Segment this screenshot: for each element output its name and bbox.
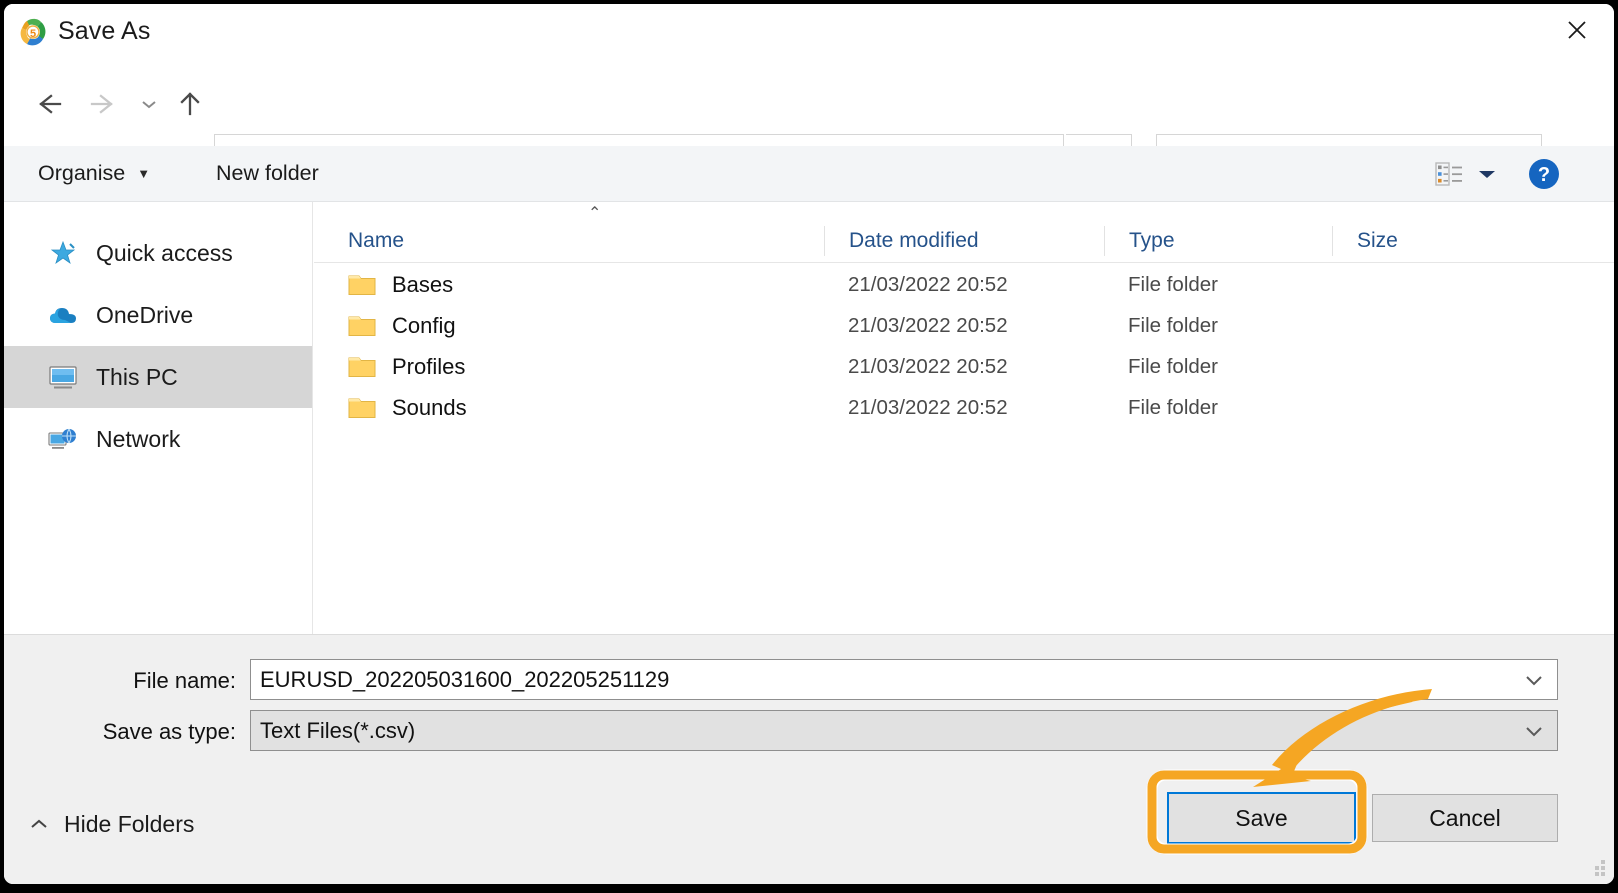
- file-name-cell: Profiles: [314, 354, 824, 380]
- help-circle-icon: ?: [1529, 158, 1559, 189]
- sidebar-item-label: Network: [96, 425, 181, 452]
- arrow-up-icon: [180, 92, 200, 116]
- file-name-label: Profiles: [392, 353, 466, 379]
- column-header-size[interactable]: Size: [1332, 225, 1522, 256]
- chevron-up-icon: [28, 817, 50, 831]
- organise-button[interactable]: Organise ▼: [38, 146, 150, 201]
- svg-text:?: ?: [1538, 164, 1550, 186]
- save-as-dialog: 5 Save As Organise ▼ New folder ? Quick …: [4, 4, 1614, 884]
- file-name-label: Bases: [392, 271, 454, 297]
- arrow-left-icon: [39, 94, 62, 114]
- chevron-down-icon: ▼: [137, 166, 151, 181]
- page-title: Save As: [58, 17, 151, 45]
- sidebar-item-network[interactable]: Network: [4, 408, 312, 470]
- title-bar: 5 Save As: [4, 4, 1614, 62]
- back-button[interactable]: [20, 76, 74, 132]
- file-name-label: File name:: [133, 668, 236, 693]
- close-icon[interactable]: [1540, 4, 1614, 56]
- file-name-dropdown-button[interactable]: [1523, 660, 1545, 699]
- metatrader5-icon: 5: [18, 18, 50, 48]
- toolbar: Organise ▼ New folder ?: [4, 146, 1614, 202]
- save-as-type-select[interactable]: Text Files(*.csv): [250, 710, 1558, 751]
- save-as-type-value: Text Files(*.csv): [260, 717, 416, 743]
- folder-icon: [348, 314, 376, 338]
- navigation-sidebar: Quick access OneDrive This PC Network: [4, 202, 313, 634]
- recent-locations-button[interactable]: [132, 76, 166, 132]
- view-list-icon[interactable]: [1434, 146, 1468, 201]
- chevron-down-icon: [1526, 726, 1542, 736]
- chevron-down-icon: [1479, 170, 1495, 178]
- file-type-cell: File folder: [1128, 272, 1219, 296]
- column-header-date-modified[interactable]: Date modified: [824, 225, 1104, 256]
- file-name-cell: Bases: [314, 272, 824, 298]
- file-name-cell: Config: [314, 313, 824, 339]
- cancel-button[interactable]: Cancel: [1372, 794, 1558, 842]
- folder-icon: [348, 355, 376, 379]
- table-row[interactable]: Sounds 21/03/2022 20:52 File folder: [314, 387, 1614, 428]
- file-name-label: Sounds: [392, 394, 467, 420]
- hide-folders-button[interactable]: Hide Folders: [28, 803, 194, 845]
- new-folder-label: New folder: [216, 161, 319, 185]
- view-options-button[interactable]: [1472, 146, 1502, 201]
- file-date-cell: 21/03/2022 20:52: [848, 313, 1008, 337]
- sidebar-item-label: This PC: [96, 363, 178, 390]
- cloud-icon: [46, 303, 80, 327]
- file-date-cell: 21/03/2022 20:52: [848, 272, 1008, 296]
- sidebar-item-quick-access[interactable]: Quick access: [4, 222, 312, 284]
- help-button[interactable]: ?: [1526, 146, 1562, 201]
- network-icon: [46, 425, 80, 453]
- chevron-down-icon: [1526, 675, 1542, 685]
- content-area: Quick access OneDrive This PC Network ⌃ …: [4, 202, 1614, 634]
- file-list: ⌃ Name Date modified Type Size Bases 21/…: [314, 202, 1614, 634]
- save-button[interactable]: Save: [1167, 792, 1356, 844]
- sidebar-item-label: Quick access: [96, 239, 233, 266]
- save-as-type-label: Save as type:: [102, 719, 236, 744]
- save-form: File name: EURUSD_202205031600_202205251…: [4, 634, 1614, 884]
- sidebar-item-onedrive[interactable]: OneDrive: [4, 284, 312, 346]
- file-name-cell: Sounds: [314, 395, 824, 421]
- file-name-value: EURUSD_202205031600_202205251129: [260, 666, 670, 692]
- folder-icon: [348, 273, 376, 297]
- navigation-bar: « Users › user › AppData › Roaming › Met…: [4, 62, 1614, 189]
- new-folder-button[interactable]: New folder: [216, 146, 319, 201]
- column-header-type[interactable]: Type: [1104, 225, 1332, 256]
- resize-grip[interactable]: [1586, 856, 1608, 878]
- svg-text:5: 5: [30, 28, 36, 40]
- arrow-right-icon: [90, 94, 113, 114]
- hide-folders-label: Hide Folders: [64, 810, 195, 837]
- file-name-label: Config: [392, 312, 456, 338]
- column-header-name[interactable]: Name: [314, 226, 824, 256]
- sidebar-item-this-pc[interactable]: This PC: [4, 346, 312, 408]
- file-date-cell: 21/03/2022 20:52: [848, 395, 1008, 419]
- file-type-cell: File folder: [1128, 395, 1219, 419]
- monitor-icon: [46, 363, 80, 391]
- table-row[interactable]: Bases 21/03/2022 20:52 File folder: [314, 264, 1614, 305]
- sidebar-item-label: OneDrive: [96, 301, 194, 328]
- star-pin-icon: [46, 238, 80, 268]
- table-row[interactable]: Profiles 21/03/2022 20:52 File folder: [314, 346, 1614, 387]
- up-button[interactable]: [166, 76, 214, 132]
- column-headers: Name Date modified Type Size: [314, 219, 1614, 263]
- file-type-cell: File folder: [1128, 354, 1219, 378]
- file-type-cell: File folder: [1128, 313, 1219, 337]
- chevron-down-icon: [142, 101, 156, 109]
- folder-icon: [348, 396, 376, 420]
- file-name-input[interactable]: EURUSD_202205031600_202205251129: [250, 659, 1558, 700]
- file-date-cell: 21/03/2022 20:52: [848, 354, 1008, 378]
- save-as-type-dropdown-button[interactable]: [1523, 711, 1545, 750]
- table-row[interactable]: Config 21/03/2022 20:52 File folder: [314, 305, 1614, 346]
- forward-button: [78, 76, 132, 132]
- organise-label: Organise: [38, 161, 126, 185]
